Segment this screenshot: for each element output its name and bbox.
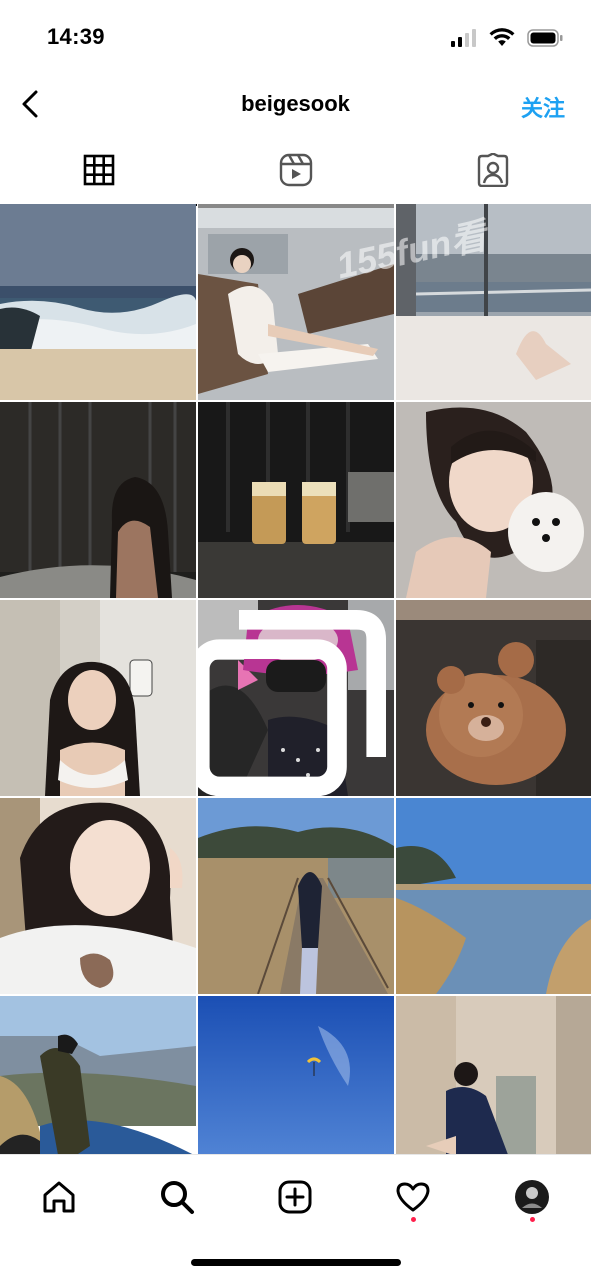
profile-notification-dot <box>530 1217 535 1222</box>
post-thumbnail[interactable] <box>198 402 394 598</box>
status-icons <box>451 28 563 47</box>
wifi-icon <box>489 28 515 46</box>
profile-username: beigesook <box>241 91 350 116</box>
post-thumbnail[interactable] <box>0 204 196 400</box>
post-thumbnail[interactable] <box>198 798 394 994</box>
cellular-signal-icon <box>451 28 476 47</box>
post-thumbnail[interactable] <box>0 402 196 598</box>
post-thumbnail[interactable] <box>198 600 394 796</box>
tagged-user-icon <box>477 153 508 187</box>
activity-notification-dot <box>411 1217 416 1222</box>
nav-activity[interactable] <box>389 1173 437 1221</box>
grid-icon <box>83 154 114 186</box>
tab-posts[interactable] <box>0 136 197 206</box>
sitting-mirror-selfie-photo <box>396 996 591 1154</box>
woman-night-window-photo <box>0 402 196 598</box>
status-bar: 14:39 <box>0 0 591 74</box>
smiling-selfie-photo <box>0 798 196 994</box>
mountain-hiker-photo <box>0 996 196 1154</box>
tab-tagged[interactable] <box>394 136 591 204</box>
post-thumbnail[interactable] <box>396 798 591 994</box>
nav-create[interactable] <box>271 1173 319 1221</box>
heart-icon <box>396 1182 430 1212</box>
nav-profile[interactable] <box>508 1173 556 1221</box>
tab-reels[interactable] <box>197 136 394 204</box>
boardwalk-reeds-photo <box>198 798 394 994</box>
post-thumbnail[interactable] <box>396 996 591 1154</box>
post-thumbnail[interactable] <box>198 996 394 1154</box>
post-thumbnail[interactable] <box>0 996 196 1154</box>
nav-home[interactable] <box>35 1173 83 1221</box>
mirror-selfie-photo <box>0 600 196 796</box>
lake-reeds-photo <box>396 798 591 994</box>
reels-icon <box>279 153 312 187</box>
nav-search[interactable] <box>153 1173 201 1221</box>
post-thumbnail[interactable] <box>0 600 196 796</box>
selfie-with-puppy-photo <box>396 402 591 598</box>
post-thumbnail[interactable] <box>396 600 591 796</box>
search-icon <box>161 1181 194 1214</box>
home-indicator <box>191 1259 401 1266</box>
paraglider-sky-photo <box>198 996 394 1154</box>
post-thumbnail[interactable] <box>0 798 196 994</box>
teddy-bear-photo <box>396 600 591 796</box>
follow-button[interactable]: 关注 <box>521 91 565 123</box>
beer-glasses-photo <box>198 402 394 598</box>
posts-grid <box>0 204 591 1154</box>
battery-icon <box>527 28 563 47</box>
profile-header: beigesook 关注 <box>0 74 591 136</box>
ocean-waves-photo <box>0 204 196 400</box>
profile-tabs <box>0 136 591 206</box>
add-post-icon <box>278 1180 312 1214</box>
status-time: 14:39 <box>47 24 105 49</box>
profile-avatar-icon <box>515 1180 549 1214</box>
home-icon <box>43 1181 75 1213</box>
post-thumbnail[interactable] <box>396 402 591 598</box>
multiple-posts-icon <box>198 610 386 796</box>
